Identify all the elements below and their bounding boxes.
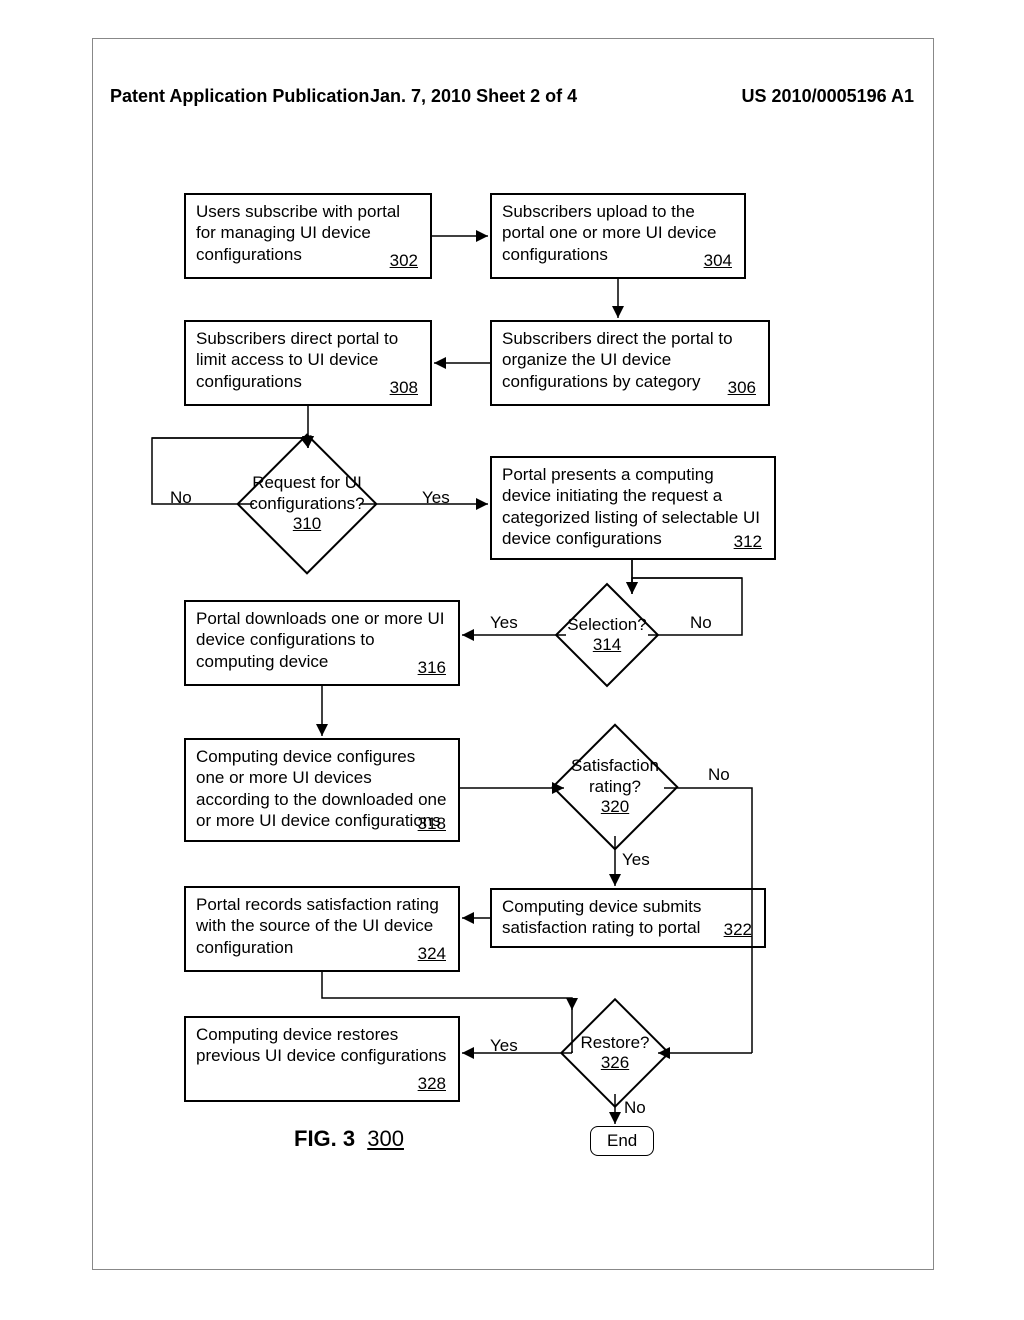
arrows	[92, 38, 932, 1268]
diagram: Users subscribe with portal for managing…	[92, 38, 932, 1268]
